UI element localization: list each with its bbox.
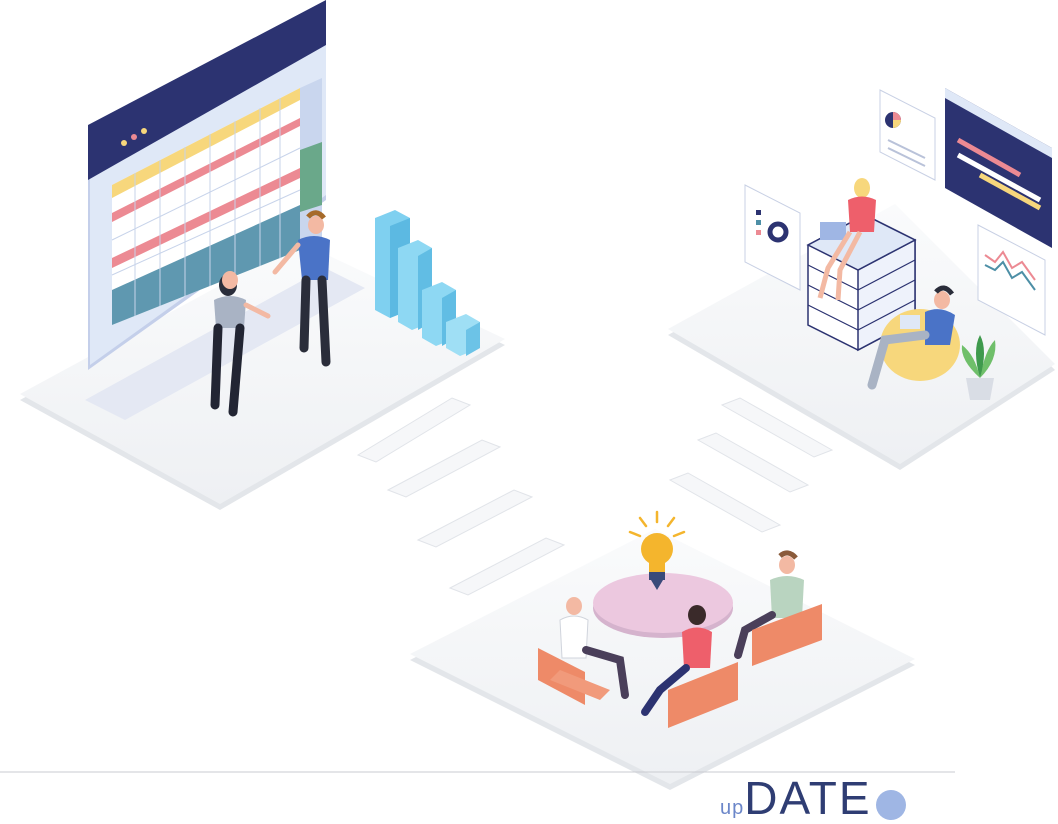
path-tiles-left [356, 397, 566, 596]
meeting-table [593, 573, 733, 638]
pie-chart-panel [879, 89, 936, 181]
donut-chart-panel [744, 184, 801, 291]
path-tiles-right [668, 397, 834, 533]
logo-mark-icon [875, 790, 906, 820]
brand-prefix: up [720, 797, 745, 819]
brand-main: DATE [744, 772, 872, 824]
brand-logo: upDATE [720, 775, 906, 821]
illustration [0, 0, 1055, 790]
window-panel [945, 88, 1052, 248]
